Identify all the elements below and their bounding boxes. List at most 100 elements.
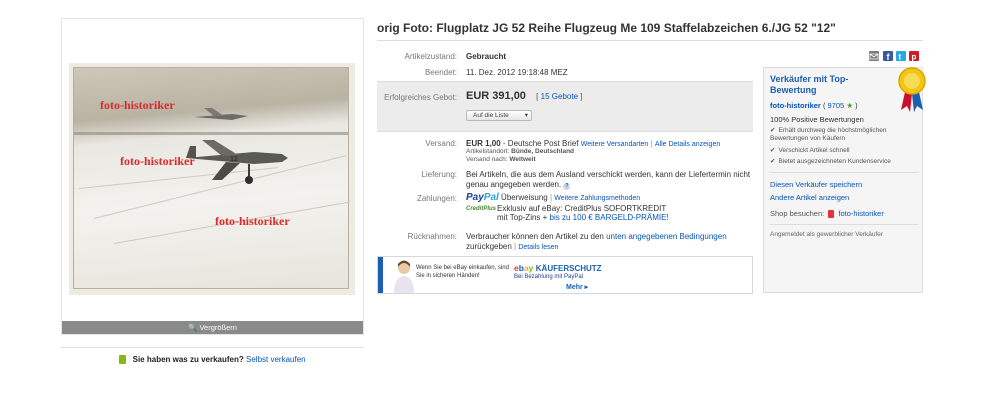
paypal-logo-icon: PayPal xyxy=(466,192,499,203)
location-row: Artikelstandort: Bünde, Deutschland xyxy=(466,148,574,155)
sell-tag-icon xyxy=(119,355,127,365)
buyer-protection-banner[interactable]: Wenn Sie bei eBay einkaufen, sind Sie in… xyxy=(377,256,753,294)
image-watermark: foto-historiker xyxy=(215,214,290,228)
creditplus-logo: CreditPlus xyxy=(466,206,497,212)
seller-bullet: ✔ Erhält durchweg die höchstmöglichen Bew… xyxy=(770,127,915,143)
bids-bracket: [ xyxy=(536,92,539,101)
zoom-button[interactable]: 🔍 Vergrößern xyxy=(62,321,363,334)
buyer-protection-more-link[interactable]: Mehr ▸ xyxy=(566,283,588,291)
separator: | xyxy=(514,242,517,251)
condition-label: Artikelzustand: xyxy=(404,52,457,61)
payment-row: PayPal Überweisung | Weitere Zahlungsmet… xyxy=(466,192,640,203)
paypal-method: Überweisung xyxy=(501,193,548,202)
help-icon[interactable]: ? xyxy=(563,183,571,190)
mail-icon[interactable] xyxy=(869,51,879,61)
seller-bullet-text: Erhält durchweg die höchstmöglichen Bewe… xyxy=(770,127,887,142)
score-bracket: ) xyxy=(855,101,858,110)
creditplus-line1: Exklusiv auf eBay: CreditPlus SOFORTKRED… xyxy=(497,204,667,213)
seller-bullet: ✔ Verschickt Artikel schnell xyxy=(770,146,850,154)
check-icon: ✔ xyxy=(770,147,776,154)
aircraft-me109: 12 xyxy=(186,140,288,184)
creditplus-promo: Exklusiv auf eBay: CreditPlus SOFORTKRED… xyxy=(497,204,669,222)
bids-bracket: ] xyxy=(580,92,583,101)
payment-label: Zahlungen: xyxy=(416,194,457,203)
facebook-icon[interactable]: f xyxy=(883,51,893,61)
check-icon: ✔ xyxy=(770,127,776,134)
payment-more-link[interactable]: Weitere Zahlungsmethoden xyxy=(554,195,640,202)
ebay-logo-icon: y xyxy=(528,263,534,273)
magnifier-icon: 🔍 xyxy=(188,323,198,332)
shop-link[interactable]: foto-historiker xyxy=(838,209,883,218)
shop-row: Shop besuchen: foto-historiker xyxy=(770,209,884,219)
creditplus-bonus-link[interactable]: bis zu 100 € BARGELD-PRÄMIE! xyxy=(550,213,669,222)
top-rated-seal-icon xyxy=(898,67,926,112)
divider xyxy=(770,172,918,173)
twitter-icon[interactable]: t xyxy=(896,51,906,61)
feedback-score-link[interactable]: 9705 xyxy=(828,101,845,110)
buyer-protection-title: KÄUFERSCHUTZ xyxy=(535,264,602,273)
ebay-buyer-protection-logo: ebay KÄUFERSCHUTZ xyxy=(514,263,602,273)
delivery-label: Lieferung: xyxy=(421,170,457,179)
shipping-label: Versand: xyxy=(425,139,457,148)
svg-text:12: 12 xyxy=(230,156,238,163)
sell-question: Sie haben was zu verkaufen? xyxy=(132,355,244,364)
chevron-down-icon: ▾ xyxy=(524,112,528,119)
returns-details-link[interactable]: Details lesen xyxy=(518,244,558,251)
zoom-label: Vergrößern xyxy=(199,323,237,332)
image-viewer[interactable]: 12 foto-historiker foto-historiker foto-… xyxy=(61,18,364,335)
top-rated-heading: Verkäufer mit Top-Bewertung xyxy=(770,74,849,95)
location-value: Bünde, Deutschland xyxy=(511,148,575,155)
ended-value: 11. Dez. 2012 19:18:48 MEZ xyxy=(466,68,568,77)
price-box xyxy=(377,81,753,132)
image-watermark: foto-historiker xyxy=(120,154,195,168)
aircraft-distant xyxy=(194,108,248,120)
positive-feedback: 100% Positive Bewertungen xyxy=(770,115,864,124)
pinterest-icon[interactable]: p xyxy=(909,51,919,61)
price-label: Erfolgreiches Gebot: xyxy=(384,93,457,102)
check-icon: ✔ xyxy=(770,158,776,165)
shipping-details-link[interactable]: Alle Details anzeigen xyxy=(655,141,720,148)
watch-button[interactable]: Auf die Liste ▾ xyxy=(466,110,532,121)
shipping-row: EUR 1,00 - Deutsche Post Brief Weitere V… xyxy=(466,139,720,148)
photo-print: 12 foto-historiker foto-historiker foto-… xyxy=(73,67,351,289)
divider xyxy=(770,224,918,225)
delivery-note: Bei Artikeln, die aus dem Ausland versch… xyxy=(466,170,751,189)
ships-to-label: Versand nach: xyxy=(466,156,508,163)
creditplus-line2: mit Top-Zins + bis zu 100 € BARGELD-PRÄM… xyxy=(497,213,669,222)
star-icon: ★ xyxy=(846,101,854,110)
bids-link[interactable]: 15 Gebote xyxy=(541,92,578,101)
sell-promo: Sie haben was zu verkaufen? Selbst verka… xyxy=(61,347,364,365)
watch-button-label: Auf die Liste xyxy=(473,112,509,119)
save-seller-row: Diesen Verkäufer speichern xyxy=(770,180,862,189)
other-items-link[interactable]: Andere Artikel anzeigen xyxy=(770,193,849,202)
shipping-price: EUR 1,00 xyxy=(466,139,501,148)
ships-to-value: Weltweit xyxy=(509,156,536,163)
price-value: EUR 391,00 xyxy=(466,90,526,102)
svg-text:p: p xyxy=(912,53,917,62)
registered-note: Angemeldet als gewerblicher Verkäufer xyxy=(770,231,884,238)
returns-text: Verbraucher können den Artikel zu den un… xyxy=(466,232,756,253)
returns-text-post: zurückgeben xyxy=(466,242,512,251)
returns-text-pre: Verbraucher können den Artikel zu den xyxy=(466,232,607,241)
save-seller-link[interactable]: Diesen Verkäufer speichern xyxy=(770,180,862,189)
returns-label: Rücknahmen: xyxy=(407,232,457,241)
buyer-protection-sub: Bei Bezahlung mit PayPal xyxy=(514,274,584,280)
shipping-method: - Deutsche Post Brief xyxy=(500,139,579,148)
item-title: orig Foto: Flugplatz JG 52 Reihe Flugzeu… xyxy=(377,21,836,35)
shipping-more-link[interactable]: Weitere Versandarten xyxy=(581,141,649,148)
seller-bullet-text: Bietet ausgezeichneten Kundenservice xyxy=(778,158,891,165)
separator: | xyxy=(650,139,653,148)
item-photo[interactable]: 12 foto-historiker foto-historiker foto-… xyxy=(69,63,355,295)
image-watermark: foto-historiker xyxy=(100,98,175,112)
condition-value: Gebraucht xyxy=(466,52,507,61)
seller-bullet: ✔ Bietet ausgezeichneten Kundenservice xyxy=(770,157,891,165)
sell-link[interactable]: Selbst verkaufen xyxy=(246,355,306,364)
shop-label: Shop besuchen: xyxy=(770,209,825,218)
seller-bullet-text: Verschickt Artikel schnell xyxy=(778,147,850,154)
person-icon xyxy=(394,260,414,293)
price-row: EUR 391,00 [ 15 Gebote ] xyxy=(466,90,582,102)
seller-name-link[interactable]: foto-historiker xyxy=(770,101,821,110)
returns-conditions-link[interactable]: unten angegebenen Bedingungen xyxy=(606,232,727,241)
ships-to-row: Versand nach: Weltweit xyxy=(466,156,536,163)
separator: | xyxy=(549,193,553,202)
